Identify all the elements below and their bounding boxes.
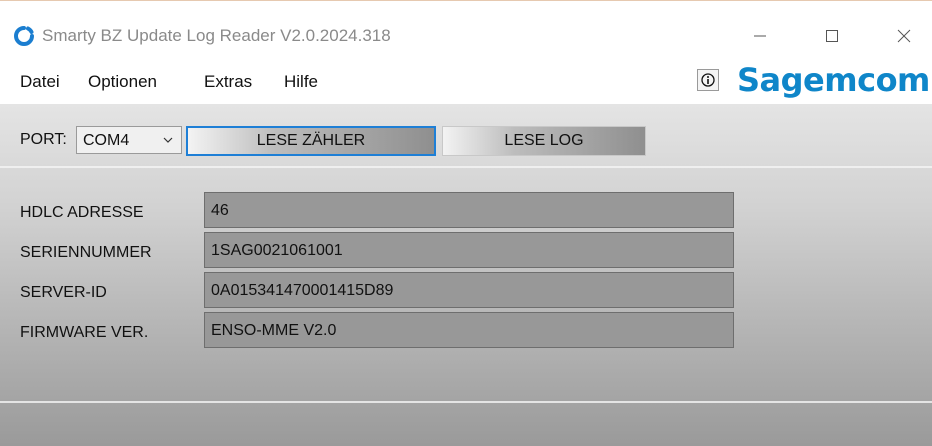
app-logo-icon — [14, 26, 34, 46]
maximize-button[interactable] — [812, 21, 852, 51]
menu-extras[interactable]: Extras — [204, 72, 252, 92]
chevron-down-icon — [163, 137, 173, 143]
field-server-id[interactable]: 0A015341470001415D89 — [204, 272, 734, 308]
read-meter-button[interactable]: LESE ZÄHLER — [186, 126, 436, 156]
read-log-button[interactable]: LESE LOG — [442, 126, 646, 156]
menu-hilfe[interactable]: Hilfe — [284, 72, 318, 92]
field-seriennummer[interactable]: 1SAG0021061001 — [204, 232, 734, 268]
field-hdlc-adresse[interactable]: 46 — [204, 192, 734, 228]
separator-top — [0, 166, 932, 168]
value-server-id: 0A015341470001415D89 — [211, 282, 394, 299]
client-area: PORT: COM4 LESE ZÄHLER LESE LOG HDLC ADR… — [0, 104, 932, 446]
value-hdlc-adresse: 46 — [211, 202, 229, 219]
label-hdlc-adresse: HDLC ADRESSE — [20, 204, 144, 221]
field-firmware-ver[interactable]: ENSO-MME V2.0 — [204, 312, 734, 348]
menu-datei[interactable]: Datei — [20, 72, 60, 92]
app-window: Smarty BZ Update Log Reader V2.0.2024.31… — [0, 0, 932, 446]
minimize-icon — [754, 35, 766, 37]
separator-bottom — [0, 401, 932, 403]
close-button[interactable] — [884, 21, 924, 51]
toolbar: PORT: COM4 LESE ZÄHLER LESE LOG — [0, 116, 932, 160]
info-button[interactable] — [697, 69, 719, 91]
port-select[interactable]: COM4 — [76, 126, 182, 154]
label-firmware-ver: FIRMWARE VER. — [20, 324, 149, 341]
label-server-id: SERVER-ID — [20, 284, 107, 301]
port-select-value: COM4 — [83, 132, 130, 149]
value-seriennummer: 1SAG0021061001 — [211, 242, 343, 259]
title-bar[interactable]: Smarty BZ Update Log Reader V2.0.2024.31… — [0, 0, 932, 61]
info-icon — [701, 73, 715, 87]
menu-optionen[interactable]: Optionen — [88, 72, 157, 92]
minimize-button[interactable] — [740, 21, 780, 51]
value-firmware-ver: ENSO-MME V2.0 — [211, 322, 337, 339]
maximize-icon — [826, 30, 838, 42]
close-icon — [897, 29, 911, 43]
port-label: PORT: — [20, 131, 67, 148]
sagemcom-logo: Sagemcom — [737, 61, 930, 99]
label-seriennummer: SERIENNUMMER — [20, 244, 152, 261]
window-title: Smarty BZ Update Log Reader V2.0.2024.31… — [42, 26, 391, 45]
